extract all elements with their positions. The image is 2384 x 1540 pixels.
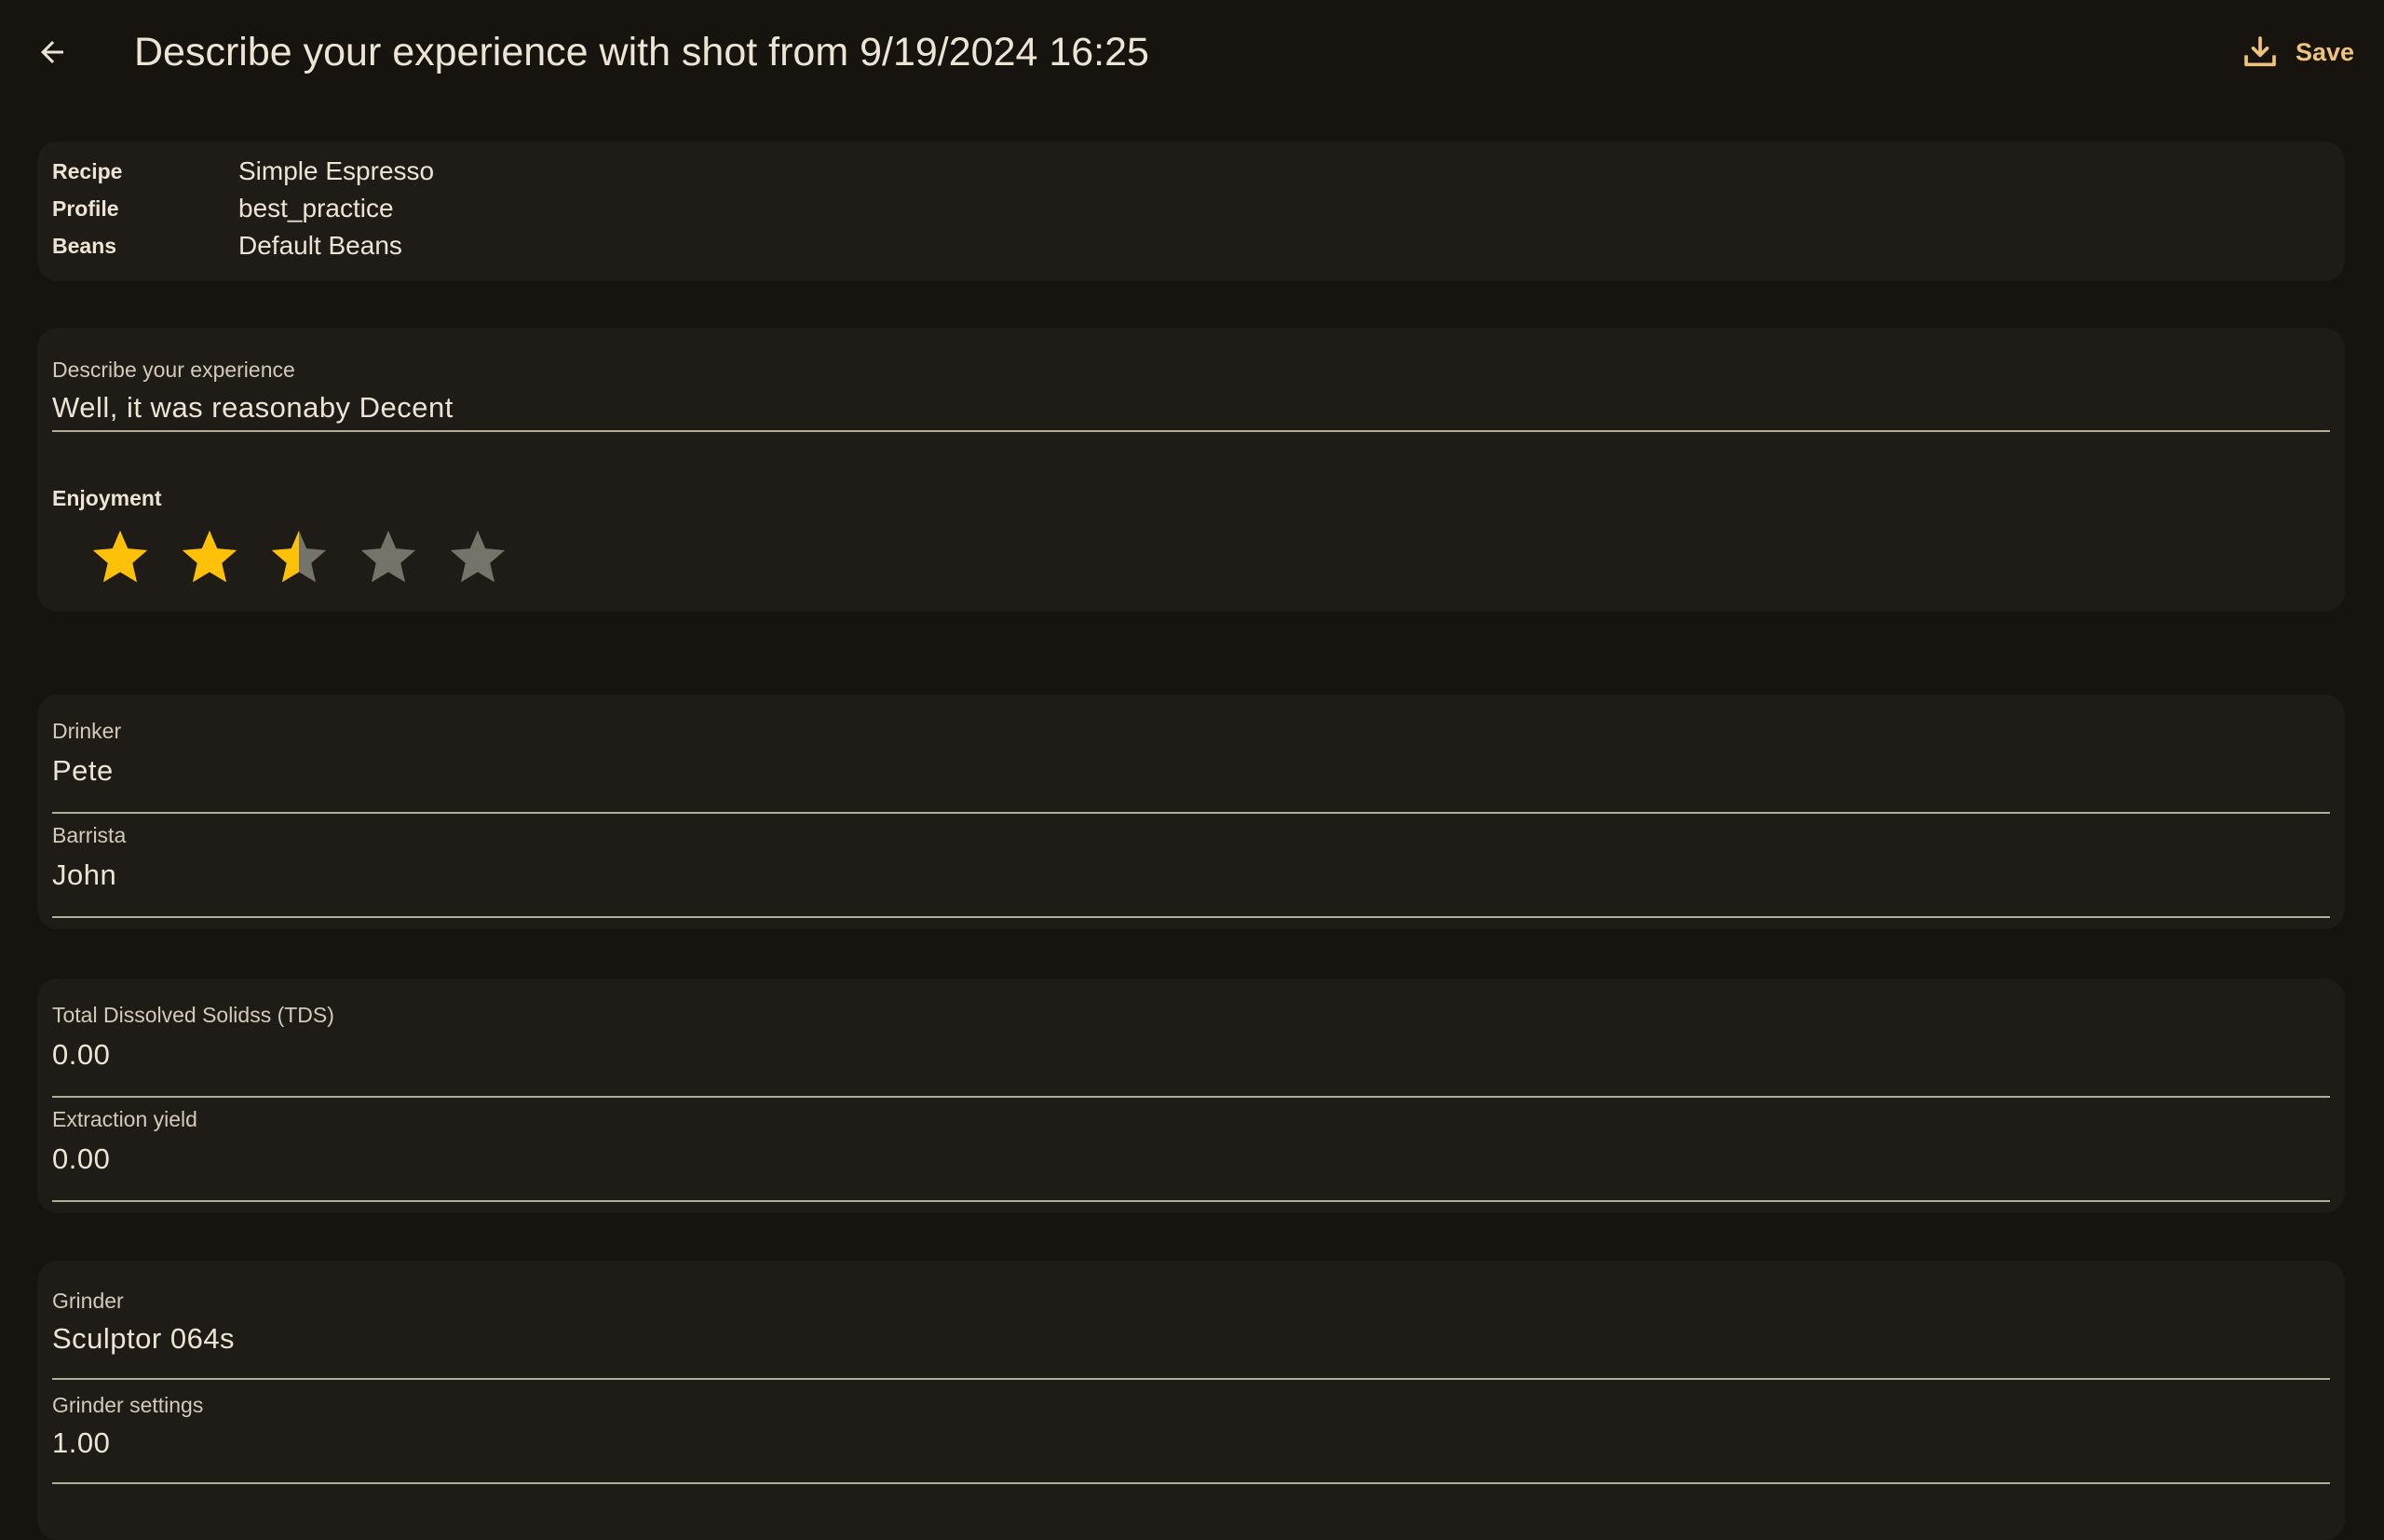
- recipe-label: Recipe: [52, 158, 123, 183]
- grinder-field[interactable]: Grinder Sculptor 064s: [52, 1289, 2330, 1380]
- info-row-beans: Beans Default Beans: [52, 227, 402, 264]
- star-icon[interactable]: [356, 525, 421, 590]
- experience-card: Describe your experience Well, it was re…: [37, 328, 2345, 612]
- tds-value: 0.00: [52, 1038, 111, 1071]
- shot-info-card: Recipe Simple Espresso Profile best_prac…: [37, 142, 2345, 281]
- star-icon[interactable]: [177, 525, 242, 590]
- grinder-settings-field[interactable]: Grinder settings 1.00: [52, 1393, 2330, 1484]
- grinder-value: Sculptor 064s: [52, 1322, 236, 1355]
- experience-field[interactable]: Describe your experience Well, it was re…: [52, 356, 2330, 432]
- download-icon: [2244, 36, 2276, 67]
- back-button[interactable]: [28, 28, 76, 76]
- experience-label: Describe your experience: [52, 358, 295, 382]
- info-row-profile: Profile best_practice: [52, 190, 394, 227]
- star-icon[interactable]: [88, 525, 153, 590]
- barista-label: Barrista: [52, 823, 127, 847]
- beans-value: Default Beans: [238, 231, 402, 260]
- grinder-settings-value: 1.00: [52, 1426, 111, 1459]
- tds-field[interactable]: Total Dissolved Solidss (TDS) 0.00: [52, 1003, 2330, 1098]
- extraction-yield-field[interactable]: Extraction yield 0.00: [52, 1107, 2330, 1202]
- app-bar: Describe your experience with shot from …: [0, 0, 2384, 104]
- star-icon[interactable]: [445, 525, 510, 590]
- tds-label: Total Dissolved Solidss (TDS): [52, 1003, 334, 1027]
- grinder-settings-label: Grinder settings: [52, 1393, 204, 1417]
- barista-field[interactable]: Barrista John: [52, 823, 2330, 918]
- recipe-value: Simple Espresso: [238, 156, 435, 185]
- extraction-yield-value: 0.00: [52, 1142, 111, 1175]
- arrow-left-icon: [41, 41, 63, 63]
- drinker-label: Drinker: [52, 719, 122, 743]
- star-icon[interactable]: [266, 525, 332, 590]
- enjoyment-label: Enjoyment: [52, 486, 162, 510]
- save-button[interactable]: Save: [2242, 28, 2354, 76]
- grinder-label: Grinder: [52, 1289, 124, 1313]
- grinder-card: Grinder Sculptor 064s Grinder settings 1…: [37, 1261, 2345, 1540]
- profile-label: Profile: [52, 196, 119, 221]
- save-label: Save: [2295, 37, 2354, 66]
- page-title: Describe your experience with shot from …: [134, 30, 1149, 74]
- profile-value: best_practice: [238, 194, 394, 223]
- drinker-field[interactable]: Drinker Pete: [52, 719, 2330, 814]
- experience-value: Well, it was reasonaby Decent: [52, 391, 454, 424]
- measurements-card: Total Dissolved Solidss (TDS) 0.00 Extra…: [37, 979, 2345, 1213]
- barista-value: John: [52, 858, 117, 891]
- info-row-recipe: Recipe Simple Espresso: [52, 153, 434, 190]
- people-card: Drinker Pete Barrista John: [37, 695, 2345, 929]
- beans-label: Beans: [52, 233, 117, 258]
- extraction-yield-label: Extraction yield: [52, 1107, 197, 1131]
- drinker-value: Pete: [52, 754, 114, 787]
